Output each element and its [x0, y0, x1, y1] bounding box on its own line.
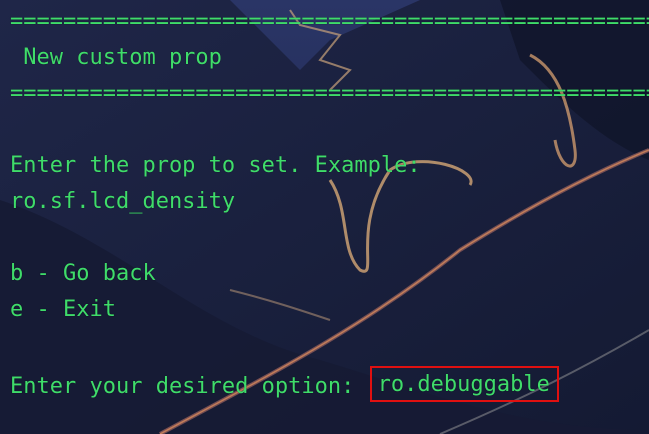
- prop-example-text: ro.sf.lcd_density: [10, 189, 236, 214]
- terminal-output: ========================================…: [0, 0, 649, 434]
- option-go-back: b - Go back: [10, 261, 156, 286]
- prop-prompt-text: Enter the prop to set. Example:: [10, 153, 421, 178]
- separator-top: ========================================…: [10, 9, 649, 34]
- input-line: Enter your desired option: ro.debuggable: [10, 366, 559, 402]
- option-input-field[interactable]: ro.debuggable: [369, 366, 559, 402]
- option-exit: e - Exit: [10, 297, 116, 322]
- menu-title: New custom prop: [10, 45, 222, 70]
- input-prompt-label: Enter your desired option:: [10, 374, 368, 399]
- separator-bottom: ========================================…: [10, 81, 649, 106]
